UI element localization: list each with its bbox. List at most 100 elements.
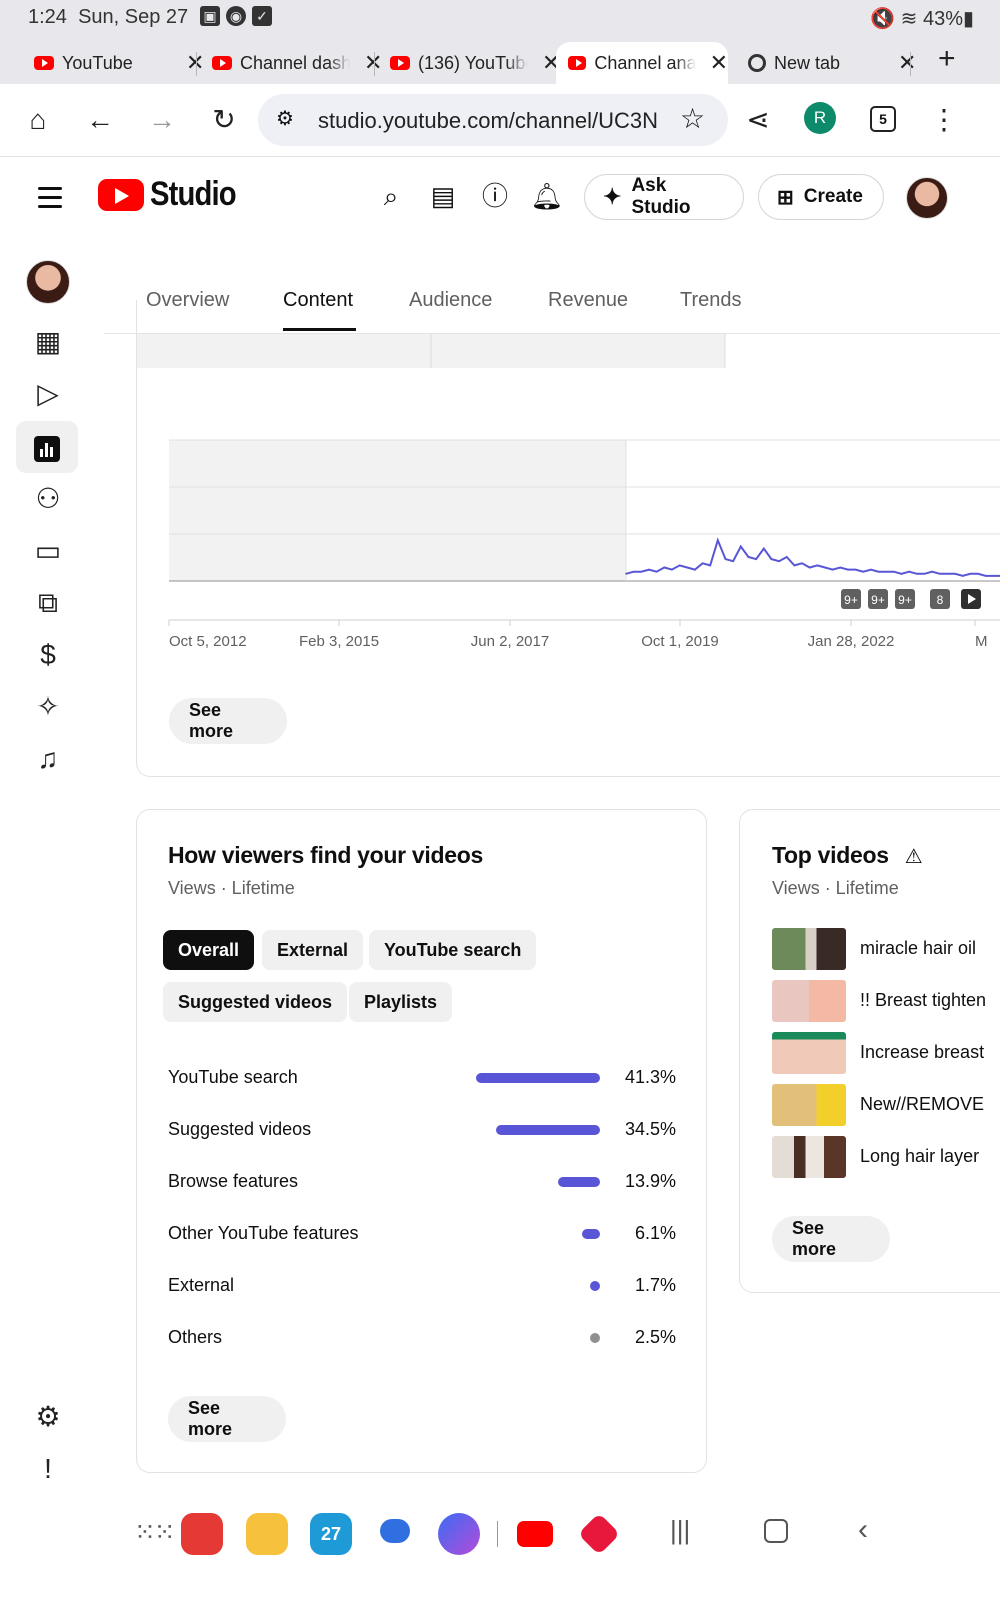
- traffic-source-label: Browse features: [168, 1171, 299, 1191]
- views-data-point: [785, 556, 788, 558]
- files-app-icon[interactable]: [246, 1513, 288, 1555]
- browser-tab[interactable]: New tab ✕: [748, 42, 916, 84]
- content-icon[interactable]: ▷: [26, 372, 70, 416]
- no-data-region: [169, 440, 626, 581]
- video-thumbnail[interactable]: [772, 1136, 846, 1178]
- video-title[interactable]: !! Breast tighten: [860, 990, 986, 1011]
- more-menu-icon[interactable]: ⋮: [926, 102, 962, 138]
- site-settings-icon[interactable]: ⚙: [276, 106, 294, 131]
- recent-apps-icon[interactable]: |||: [670, 1515, 690, 1546]
- top-video-item[interactable]: !! Breast tighten: [772, 980, 1000, 1024]
- video-title[interactable]: Increase breast: [860, 1042, 984, 1063]
- app-drawer-icon[interactable]: ⁙⁙: [134, 1517, 176, 1548]
- browser-tab[interactable]: Channel dashboard ✕: [212, 42, 382, 84]
- metric-tab-bg[interactable]: [431, 334, 725, 368]
- browser-tab-active[interactable]: Channel analytics ✕: [556, 42, 728, 84]
- comments-icon[interactable]: ▤: [426, 179, 460, 213]
- chart-see-more-button[interactable]: See more: [169, 698, 287, 744]
- top-video-item[interactable]: New//REMOVE: [772, 1084, 1000, 1128]
- traffic-source-row[interactable]: Suggested videos 34.5%: [168, 1115, 676, 1145]
- vpn-icon: ◉: [226, 6, 246, 26]
- reload-icon[interactable]: ↻: [206, 102, 242, 138]
- url-text[interactable]: studio.youtube.com/channel/UC3N5: [318, 108, 658, 134]
- forward-icon[interactable]: →: [144, 102, 180, 138]
- video-thumbnail[interactable]: [772, 1032, 846, 1074]
- chip-playlists[interactable]: Playlists: [349, 982, 453, 1022]
- copyright-icon[interactable]: ⧉: [26, 581, 70, 625]
- top-video-item[interactable]: Long hair layer: [772, 1136, 1000, 1180]
- views-data-point: [877, 570, 880, 573]
- metric-tab-bg[interactable]: [137, 334, 431, 368]
- new-tab-icon[interactable]: +: [938, 42, 956, 76]
- traffic-source-row[interactable]: Browse features 13.9%: [168, 1167, 676, 1197]
- dashboard-icon[interactable]: ▦: [26, 320, 70, 364]
- warning-icon[interactable]: ⚠: [905, 846, 923, 868]
- x-tick-label: Jun 2, 2017: [471, 633, 549, 650]
- video-thumbnail[interactable]: [772, 928, 846, 970]
- traffic-see-more-button[interactable]: See more: [168, 1396, 286, 1442]
- youtube-icon: [390, 56, 410, 70]
- video-thumbnail[interactable]: [772, 980, 846, 1022]
- chip-external[interactable]: External: [262, 930, 364, 970]
- browser-tab[interactable]: YouTube ✕: [34, 42, 204, 84]
- tab-count-button[interactable]: 5: [870, 106, 896, 132]
- views-data-point: [801, 562, 803, 565]
- video-title[interactable]: New//REMOVE: [860, 1094, 984, 1115]
- views-series-line[interactable]: [625, 537, 1000, 577]
- ask-studio-button[interactable]: ✦ Ask Studio: [584, 174, 744, 220]
- close-tab-icon[interactable]: ✕: [898, 50, 916, 76]
- video-thumbnail[interactable]: [772, 1084, 846, 1126]
- help-icon[interactable]: ⓘ: [478, 179, 512, 213]
- back-nav-icon[interactable]: ‹: [858, 1513, 868, 1547]
- search-icon[interactable]: ⌕: [374, 179, 408, 213]
- top-video-item[interactable]: Increase breast: [772, 1032, 1000, 1076]
- video-title[interactable]: Long hair layer: [860, 1146, 979, 1167]
- channel-avatar[interactable]: [26, 260, 70, 304]
- top-video-item[interactable]: miracle hair oil: [772, 928, 1000, 972]
- hamburger-menu-icon[interactable]: [38, 187, 62, 214]
- notes-app-icon[interactable]: [181, 1513, 223, 1555]
- yt-studio-app-icon[interactable]: [577, 1512, 621, 1556]
- views-data-point: [747, 556, 750, 558]
- account-avatar[interactable]: [906, 177, 948, 219]
- home-icon[interactable]: ⌂: [20, 102, 56, 138]
- address-bar[interactable]: ⚙ studio.youtube.com/channel/UC3N5 ☆: [258, 94, 728, 146]
- traffic-source-row[interactable]: External 1.7%: [168, 1271, 676, 1301]
- bookmark-star-icon[interactable]: ☆: [680, 102, 705, 135]
- chip-youtube-search[interactable]: YouTube search: [369, 930, 537, 970]
- close-tab-icon[interactable]: ✕: [710, 50, 728, 76]
- create-button[interactable]: ⊞ Create: [758, 174, 884, 220]
- views-data-point: [992, 575, 995, 577]
- traffic-source-row[interactable]: YouTube search 41.3%: [168, 1063, 676, 1093]
- chip-overall[interactable]: Overall: [163, 930, 255, 970]
- browser-tab[interactable]: (136) YouTube ✕: [390, 42, 560, 84]
- views-data-point: [655, 570, 658, 573]
- browser-profile-avatar[interactable]: R: [804, 102, 836, 134]
- youtube-icon: [34, 56, 54, 70]
- internet-app-icon[interactable]: [438, 1513, 480, 1555]
- settings-gear-icon[interactable]: ⚙: [26, 1395, 70, 1439]
- analytics-icon[interactable]: [16, 421, 78, 473]
- chip-suggested-videos[interactable]: Suggested videos: [163, 982, 348, 1022]
- feedback-icon[interactable]: !: [26, 1447, 70, 1491]
- customization-icon[interactable]: ✧: [26, 685, 70, 729]
- share-icon[interactable]: ⋖: [740, 102, 776, 138]
- video-title[interactable]: miracle hair oil: [860, 938, 976, 959]
- audio-library-icon[interactable]: ♫: [26, 737, 70, 781]
- notifications-bell-icon[interactable]: 🔔︎: [530, 179, 564, 213]
- earn-icon[interactable]: $: [26, 633, 70, 677]
- home-button-icon[interactable]: [764, 1519, 788, 1543]
- views-data-point: [954, 573, 956, 575]
- traffic-source-label: Suggested videos: [168, 1119, 312, 1139]
- youtube-logo-icon[interactable]: [98, 179, 144, 211]
- messages-app-icon[interactable]: [374, 1513, 416, 1555]
- traffic-source-row[interactable]: Others 2.5%: [168, 1323, 676, 1353]
- top-videos-see-more-button[interactable]: See more: [772, 1216, 890, 1262]
- community-icon[interactable]: ⚇: [26, 477, 70, 521]
- studio-logo-text[interactable]: Studio: [150, 175, 237, 214]
- back-icon[interactable]: ←: [82, 102, 118, 138]
- youtube-app-icon[interactable]: [514, 1513, 556, 1555]
- subtitles-icon[interactable]: ▭: [26, 529, 70, 573]
- traffic-source-row[interactable]: Other YouTube features 6.1%: [168, 1219, 676, 1249]
- calendar-app-icon[interactable]: 27: [310, 1513, 352, 1555]
